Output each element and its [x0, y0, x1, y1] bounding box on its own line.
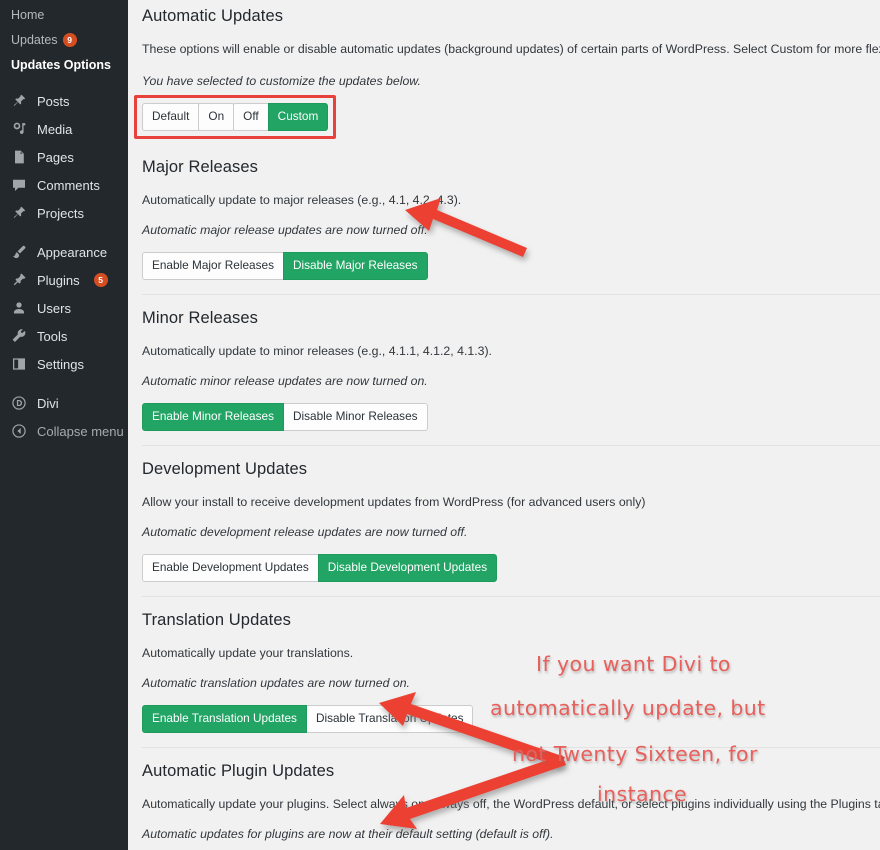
section-title: Translation Updates: [142, 611, 291, 629]
translation-updates-button-enable-translation-updates[interactable]: Enable Translation Updates: [142, 705, 307, 733]
sidebar-item-media[interactable]: Media: [0, 115, 128, 143]
section-status: Automatic minor release updates are now …: [142, 374, 428, 388]
submenu-item-label: Updates: [11, 33, 58, 47]
sidebar-item-plugins[interactable]: Plugins 5: [0, 266, 128, 294]
sidebar-item-label: Tools: [37, 328, 68, 344]
sidebar-item-pages[interactable]: Pages: [0, 143, 128, 171]
sidebar-item-users[interactable]: Users: [0, 294, 128, 322]
section-description: Automatically update your translations.: [142, 646, 354, 660]
updates-count-badge: 9: [62, 33, 77, 47]
menu-group-gap: [0, 378, 128, 389]
global-update-mode-buttons[interactable]: Default On Off Custom: [142, 103, 329, 131]
minor-releases-button-disable-minor-releases[interactable]: Disable Minor Releases: [282, 403, 428, 431]
minor-releases-button-enable-minor-releases[interactable]: Enable Minor Releases: [142, 403, 284, 431]
section-buttons-translation-updates[interactable]: Enable Translation Updates Disable Transl…: [142, 705, 474, 733]
section-description: Allow your install to receive developmen…: [142, 495, 646, 509]
development-updates-button-disable-development-updates[interactable]: Disable Development Updates: [317, 554, 498, 582]
section-minor-releases: Minor Releases Automatically update to mi…: [142, 294, 880, 445]
admin-main-menu: Posts Media Pages Comments Projects Appearanc…: [0, 87, 128, 445]
wordpress-admin-screen: Home Updates 9 Updates Options Posts Media Pa…: [0, 0, 880, 850]
menu-group-gap: [0, 227, 128, 238]
global-mode-button-default[interactable]: Default: [142, 103, 200, 131]
sidebar-item-label: Plugins: [37, 272, 80, 288]
sidebar-item-collapse-menu[interactable]: Collapse menu: [0, 417, 128, 445]
automatic-updates-section: Automatic Updates These options will ena…: [142, 0, 880, 144]
submenu-item-updates[interactable]: Updates 9: [0, 28, 128, 53]
sidebar-item-label: Users: [37, 300, 71, 316]
page-status: You have selected to customize the updat…: [142, 74, 421, 88]
section-development-updates: Development Updates Allow your install to…: [142, 445, 880, 596]
page-icon: [9, 148, 28, 167]
section-title: Development Updates: [142, 460, 308, 478]
submenu-item-label: Updates Options: [11, 58, 112, 72]
collapse-icon: [9, 422, 28, 441]
global-mode-button-custom[interactable]: Custom: [267, 103, 329, 131]
comment-icon: [9, 176, 28, 195]
updates-submenu: Home Updates 9 Updates Options: [0, 3, 128, 78]
wrench-icon: [9, 327, 28, 346]
paintbrush-icon: [9, 243, 28, 262]
sidebar-item-label: Settings: [37, 356, 84, 372]
update-sections: Major Releases Automatically update to ma…: [142, 144, 880, 850]
section-automatic-plugin-updates: Automatic Plugin Updates Automatically up…: [142, 747, 880, 850]
translation-updates-button-disable-translation-updates[interactable]: Disable Translation Updates: [305, 705, 474, 733]
plugins-count-badge: 5: [93, 273, 108, 287]
sliders-icon: [9, 355, 28, 374]
development-updates-button-enable-development-updates[interactable]: Enable Development Updates: [142, 554, 319, 582]
sidebar-item-divi[interactable]: Divi: [0, 389, 128, 417]
section-description: Automatically update to major releases (…: [142, 193, 462, 207]
section-buttons-development-updates[interactable]: Enable Development Updates Disable Develo…: [142, 554, 498, 582]
updates-options-content: Automatic Updates These options will ena…: [128, 0, 880, 850]
sidebar-item-settings[interactable]: Settings: [0, 350, 128, 378]
section-title: Automatic Plugin Updates: [142, 762, 335, 780]
sidebar-item-label: Projects: [37, 205, 84, 221]
sidebar-item-label: Comments: [37, 177, 100, 193]
sidebar-item-label: Appearance: [37, 244, 108, 260]
section-status: Automatic translation updates are now tu…: [142, 676, 410, 690]
user-icon: [9, 299, 28, 318]
media-icon: [9, 120, 28, 139]
plug-icon: [9, 271, 28, 290]
sidebar-divider: [0, 78, 128, 87]
major-releases-button-disable-major-releases[interactable]: Disable Major Releases: [282, 252, 428, 280]
page-title: Automatic Updates: [142, 7, 284, 25]
section-translation-updates: Translation Updates Automatically update …: [142, 596, 880, 747]
section-description: Automatically update your plugins. Selec…: [142, 797, 880, 811]
major-releases-button-enable-major-releases[interactable]: Enable Major Releases: [142, 252, 284, 280]
pin-icon: [9, 204, 28, 223]
sidebar-item-label: Pages: [37, 149, 74, 165]
global-mode-button-off[interactable]: Off: [233, 103, 269, 131]
sidebar-item-label: Divi: [37, 395, 59, 411]
section-title: Minor Releases: [142, 309, 259, 327]
section-description: Automatically update to minor releases (…: [142, 344, 492, 358]
section-status: Automatic major release updates are now …: [142, 223, 428, 237]
page-description: These options will enable or disable aut…: [142, 42, 880, 56]
submenu-item-label: Home: [11, 8, 45, 22]
submenu-item-home[interactable]: Home: [0, 3, 128, 28]
global-mode-button-on[interactable]: On: [198, 103, 235, 131]
sidebar-item-label: Posts: [37, 93, 70, 109]
section-buttons-minor-releases[interactable]: Enable Minor Releases Disable Minor Relea…: [142, 403, 428, 431]
section-buttons-major-releases[interactable]: Enable Major Releases Disable Major Relea…: [142, 252, 428, 280]
section-status: Automatic development release updates ar…: [142, 525, 468, 539]
section-title: Major Releases: [142, 158, 259, 176]
section-status: Automatic updates for plugins are now at…: [142, 827, 554, 841]
sidebar-item-label: Collapse menu: [37, 423, 124, 439]
sidebar-item-comments[interactable]: Comments: [0, 171, 128, 199]
sidebar-item-tools[interactable]: Tools: [0, 322, 128, 350]
sidebar-item-appearance[interactable]: Appearance: [0, 238, 128, 266]
submenu-item-updates-options[interactable]: Updates Options: [0, 53, 128, 78]
admin-sidebar: Home Updates 9 Updates Options Posts Media Pa…: [0, 0, 128, 850]
divi-icon: [9, 394, 28, 413]
sidebar-item-posts[interactable]: Posts: [0, 87, 128, 115]
section-major-releases: Major Releases Automatically update to ma…: [142, 144, 880, 294]
sidebar-item-projects[interactable]: Projects: [0, 199, 128, 227]
sidebar-item-label: Media: [37, 121, 73, 137]
pin-icon: [9, 92, 28, 111]
